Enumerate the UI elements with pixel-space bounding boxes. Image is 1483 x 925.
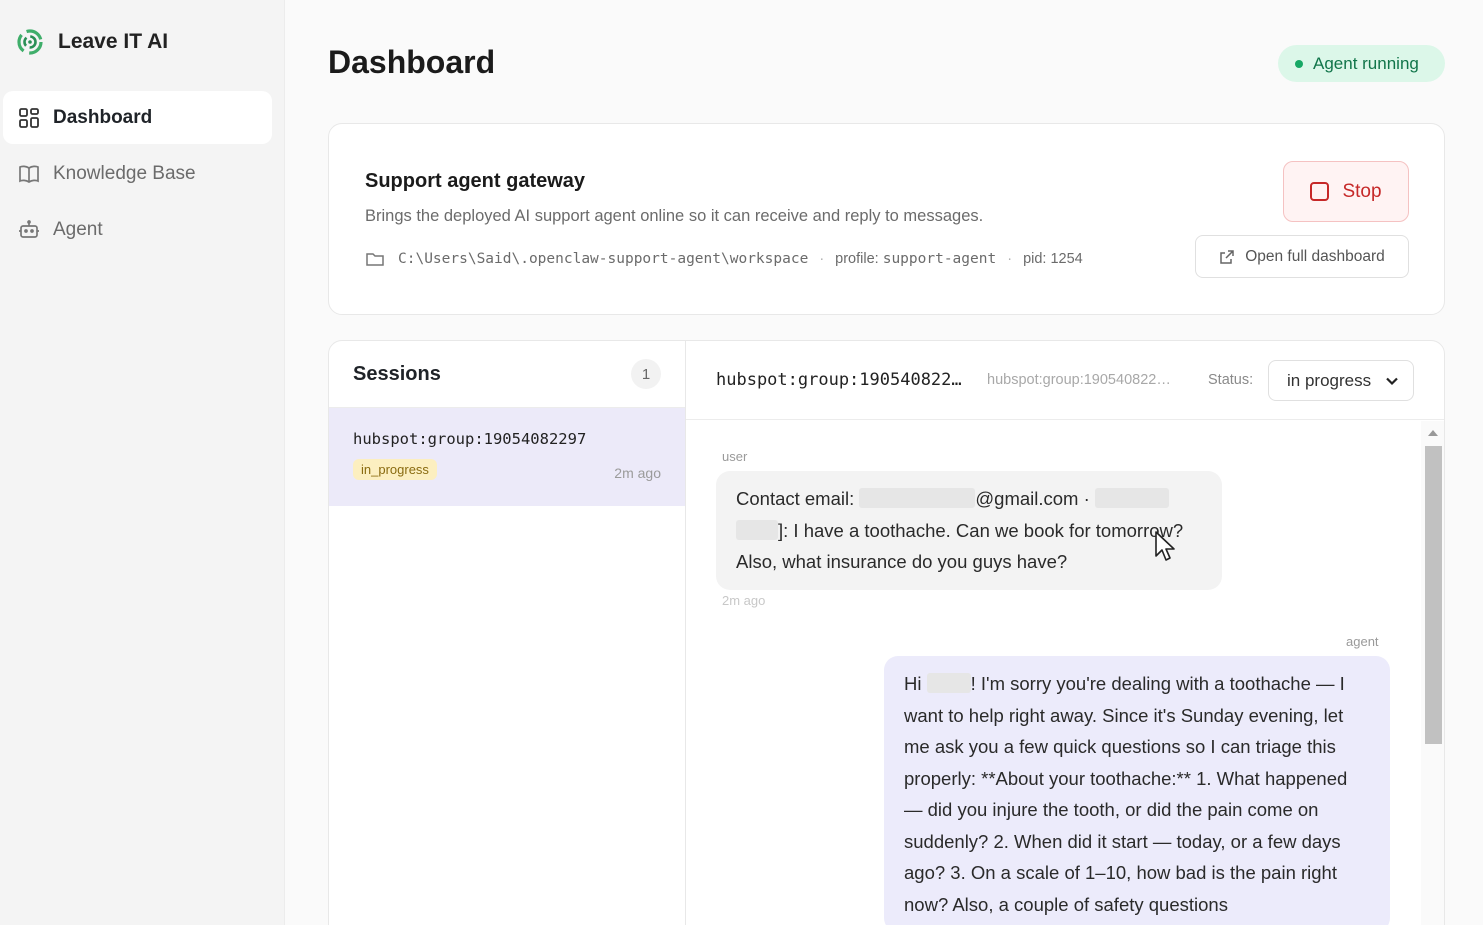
bot-icon <box>19 219 39 238</box>
message-text: ! I'm sorry you're dealing with a tootha… <box>904 673 1348 915</box>
status-select-value: in progress <box>1287 370 1372 390</box>
chat-header: hubspot:group:190540822… hubspot:group:1… <box>686 341 1444 420</box>
user-message: Contact email: @gmail.com · ]: I have a … <box>716 471 1222 590</box>
chevron-down-icon <box>1386 377 1398 385</box>
message-list: user Contact email: @gmail.com · ]: I ha… <box>686 421 1416 925</box>
status-dot-icon <box>1295 59 1303 68</box>
pid-value: 1254 <box>1050 251 1083 267</box>
message-text: Contact email: <box>736 488 855 509</box>
sidebar-item-knowledge-base[interactable]: Knowledge Base <box>3 147 272 200</box>
gateway-description: Brings the deployed AI support agent onl… <box>365 207 984 225</box>
sidebar-item-label: Dashboard <box>53 106 153 128</box>
sessions-count: 1 <box>631 359 661 389</box>
chat-panel: hubspot:group:190540822… hubspot:group:1… <box>686 341 1444 925</box>
pid-label: pid: <box>1023 251 1047 267</box>
meta-separator: · <box>819 251 825 267</box>
meta-separator: · <box>1007 251 1013 267</box>
redacted-block <box>736 519 778 540</box>
message-role: user <box>722 449 748 464</box>
grid-icon <box>19 107 39 128</box>
redacted-block <box>926 673 971 693</box>
sessions-panel: Sessions 1 hubspot:group:19054082297 in_… <box>328 340 1445 925</box>
external-link-icon <box>1220 249 1234 264</box>
redacted-block <box>859 488 976 508</box>
sidebar-item-label: Agent <box>53 218 103 240</box>
gateway-meta: C:\Users\Said\.openclaw-support-agent\wo… <box>365 249 1125 269</box>
scroll-up-icon[interactable] <box>1428 430 1438 436</box>
status-select[interactable]: in progress <box>1268 360 1414 401</box>
chat-id: hubspot:group:190540822… <box>716 370 962 390</box>
stop-label: Stop <box>1342 180 1382 202</box>
message-time: 2m ago <box>722 593 766 608</box>
redacted-block <box>1094 488 1169 508</box>
app-name: Leave IT AI <box>58 30 169 53</box>
chat-subtitle: hubspot:group:190540822… <box>987 372 1171 388</box>
sessions-header: Sessions 1 <box>329 341 685 408</box>
sidebar: Leave IT AI Dashboard Knowledge Base Age… <box>0 0 285 925</box>
message-text: ]: I have a toothache. Can we book for t… <box>736 519 1184 573</box>
scrollbar-thumb[interactable] <box>1425 446 1442 744</box>
open-label: Open full dashboard <box>1245 247 1385 265</box>
session-time: 2m ago <box>614 465 661 481</box>
sidebar-item-agent[interactable]: Agent <box>3 203 272 256</box>
page-title: Dashboard <box>328 44 496 80</box>
status-badge: Agent running <box>1278 45 1445 82</box>
session-status-badge: in_progress <box>353 459 437 480</box>
gateway-title: Support agent gateway <box>365 170 586 192</box>
stop-button[interactable]: Stop <box>1283 161 1409 222</box>
sidebar-nav: Dashboard Knowledge Base Agent <box>0 91 285 259</box>
mouse-cursor-icon <box>1155 531 1175 561</box>
open-full-dashboard-button[interactable]: Open full dashboard <box>1195 235 1409 278</box>
profile-label: profile: <box>835 251 879 267</box>
status-label: Status: <box>1208 372 1254 388</box>
gateway-card: Support agent gateway Brings the deploye… <box>328 123 1445 315</box>
session-name: hubspot:group:19054082297 <box>353 430 587 448</box>
agent-message: Hi ! I'm sorry you're dealing with a too… <box>884 656 1390 925</box>
sessions-list: Sessions 1 hubspot:group:19054082297 in_… <box>329 341 686 925</box>
message-role: agent <box>1346 634 1379 649</box>
folder-icon <box>366 253 384 266</box>
profile-value: support-agent <box>882 251 997 267</box>
brand[interactable]: Leave IT AI <box>16 28 168 56</box>
stop-square-icon <box>1310 182 1330 201</box>
brand-swirl-icon <box>17 29 43 55</box>
book-icon <box>19 164 39 183</box>
chat-scrollbar[interactable] <box>1421 421 1444 925</box>
sidebar-item-label: Knowledge Base <box>53 162 196 184</box>
message-text: Hi <box>904 673 922 694</box>
message-text: @gmail.com · <box>975 488 1090 509</box>
sidebar-item-dashboard[interactable]: Dashboard <box>3 91 272 144</box>
session-item[interactable]: hubspot:group:19054082297 in_progress 2m… <box>329 408 685 506</box>
status-text: Agent running <box>1313 53 1419 73</box>
workspace-path: C:\Users\Said\.openclaw-support-agent\wo… <box>398 251 809 267</box>
sessions-title: Sessions <box>353 362 441 385</box>
